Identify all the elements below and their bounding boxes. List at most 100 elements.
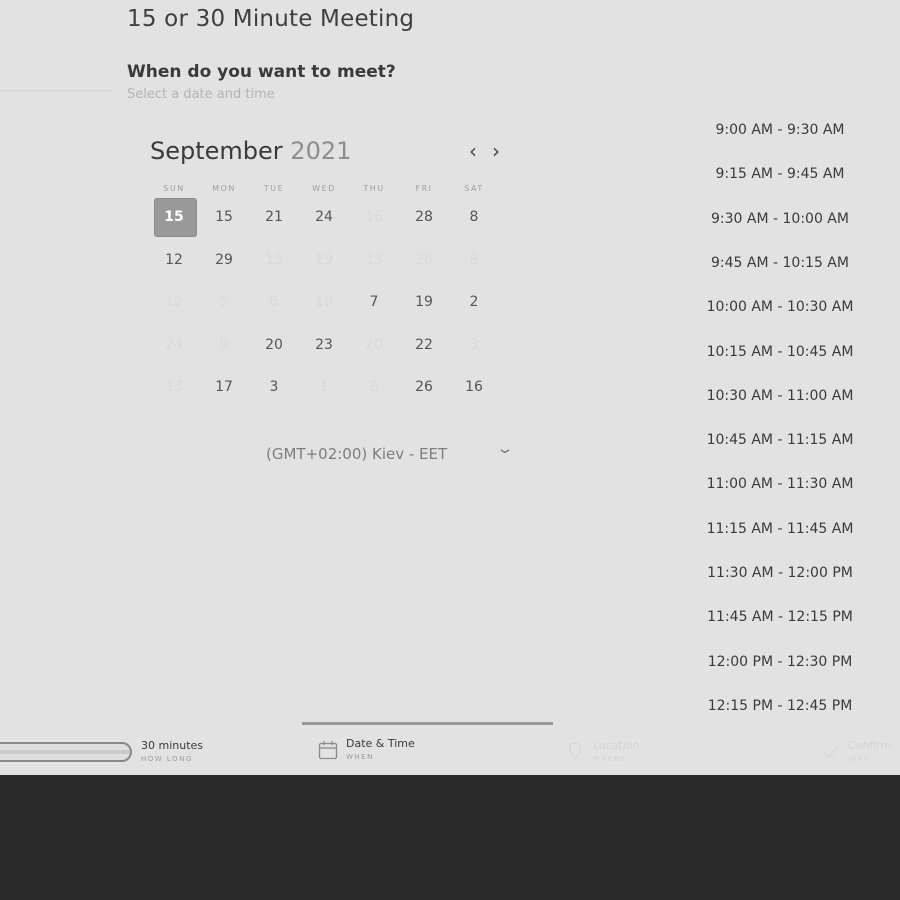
day-cell: 13 xyxy=(249,239,299,281)
day-number: 5 xyxy=(219,294,229,310)
day-cell[interactable]: 19 xyxy=(399,281,449,323)
weekday-label: SAT xyxy=(464,184,484,193)
day-number: 26 xyxy=(415,251,433,268)
day-cell: 8 xyxy=(449,239,499,281)
day-cell[interactable]: 22 xyxy=(399,324,449,366)
footer-area xyxy=(0,775,900,900)
location-icon xyxy=(568,742,582,760)
weekday-label: SUN xyxy=(163,184,185,193)
day-cell: 13 xyxy=(349,239,399,281)
day-number: 9 xyxy=(219,336,229,353)
day-number: 19 xyxy=(315,251,333,268)
day-number: 20 xyxy=(265,336,283,353)
day-number: 16 xyxy=(465,379,483,395)
day-cell[interactable]: 26 xyxy=(399,366,449,408)
weekday-label: WED xyxy=(312,184,336,193)
day-number: 23 xyxy=(315,336,333,353)
day-cell[interactable]: 21 xyxy=(249,196,299,238)
time-slot-button[interactable]: 9:30 AM - 10:00 AM xyxy=(690,211,870,235)
day-number: 19 xyxy=(415,294,433,310)
day-number: 8 xyxy=(469,209,479,225)
day-number: 22 xyxy=(415,336,433,353)
day-cell: 5 xyxy=(199,281,249,323)
selected-day-cell[interactable]: 15 xyxy=(149,196,199,238)
day-cell[interactable]: 20 xyxy=(249,324,299,366)
weekday-label: FRI xyxy=(415,184,433,193)
step-progress-bar: 30 minutes HOW LONG Date & Time WHEN Loc… xyxy=(0,722,900,775)
day-cell[interactable]: 29 xyxy=(199,239,249,281)
day-cell[interactable]: 24 xyxy=(299,196,349,238)
step-label: Confirm xyxy=(848,739,892,752)
day-number: 21 xyxy=(265,209,283,225)
day-cell[interactable]: 2 xyxy=(449,281,499,323)
day-number: 28 xyxy=(415,209,433,225)
time-slot-button[interactable]: 11:15 AM - 11:45 AM xyxy=(690,521,870,545)
day-number: 8 xyxy=(369,379,379,395)
month-label: September xyxy=(150,137,283,165)
step-location[interactable]: Location WHERE xyxy=(593,739,640,763)
day-number: 3 xyxy=(469,336,479,353)
weekday-label: MON xyxy=(212,184,236,193)
day-number: 17 xyxy=(215,379,233,395)
prev-month-button[interactable]: ‹ xyxy=(464,140,482,162)
time-slot-button[interactable]: 12:00 PM - 12:30 PM xyxy=(690,654,870,678)
day-cell: 6 xyxy=(249,281,299,323)
day-cell: 9 xyxy=(199,324,249,366)
duration-bar-icon xyxy=(0,742,132,762)
day-number: 13 xyxy=(165,379,183,395)
time-slot-button[interactable]: 9:00 AM - 9:30 AM xyxy=(690,122,870,146)
time-slot-button[interactable]: 11:00 AM - 11:30 AM xyxy=(690,476,870,500)
step-label: 30 minutes xyxy=(141,739,204,752)
day-number: 12 xyxy=(165,294,183,310)
day-cell: 10 xyxy=(299,281,349,323)
day-number: 2 xyxy=(469,294,479,310)
time-slot-button[interactable]: 9:15 AM - 9:45 AM xyxy=(690,166,870,190)
page-title: 15 or 30 Minute Meeting xyxy=(127,6,415,32)
time-slot-button[interactable]: 10:30 AM - 11:00 AM xyxy=(690,388,870,412)
day-number: 13 xyxy=(265,251,283,268)
day-number: 12 xyxy=(165,251,183,268)
time-slot-button[interactable]: 12:15 PM - 12:45 PM xyxy=(690,698,870,722)
step-confirm[interactable]: Confirm INFO xyxy=(848,739,891,763)
day-number: 29 xyxy=(215,251,233,268)
time-slot-button[interactable]: 10:15 AM - 10:45 AM xyxy=(690,344,870,368)
active-step-indicator xyxy=(302,722,553,725)
time-slot-button[interactable]: 10:00 AM - 10:30 AM xyxy=(690,299,870,323)
time-slot-button[interactable]: 9:45 AM - 10:15 AM xyxy=(690,255,870,279)
day-cell[interactable]: 8 xyxy=(449,196,499,238)
section-heading: When do you want to meet? xyxy=(127,62,396,82)
day-cell: 13 xyxy=(149,366,199,408)
day-number: 3 xyxy=(269,379,279,395)
day-cell[interactable]: 7 xyxy=(349,281,399,323)
step-sublabel: WHERE xyxy=(593,755,627,763)
chevron-left-icon: ‹ xyxy=(469,139,477,163)
next-month-button[interactable]: › xyxy=(487,140,505,162)
day-cell[interactable]: 3 xyxy=(249,366,299,408)
day-number: 15 xyxy=(164,209,184,225)
day-cell[interactable]: 17 xyxy=(199,366,249,408)
year-label: 2021 xyxy=(290,137,352,165)
step-sublabel: HOW LONG xyxy=(141,755,193,763)
timezone-select[interactable]: (GMT+02:00) Kiev - EET ⌄ xyxy=(266,441,518,466)
scheduler-panel: 15 or 30 Minute Meeting When do you want… xyxy=(0,0,900,775)
day-cell: 8 xyxy=(349,366,399,408)
timezone-label: (GMT+02:00) Kiev - EET xyxy=(266,445,448,463)
day-cell: 19 xyxy=(299,239,349,281)
weekday-label: THU xyxy=(363,184,385,193)
day-cell[interactable]: 28 xyxy=(399,196,449,238)
day-cell: 1 xyxy=(299,366,349,408)
time-slot-button[interactable]: 11:30 AM - 12:00 PM xyxy=(690,565,870,589)
step-how-long[interactable]: 30 minutes HOW LONG xyxy=(141,739,203,763)
step-label: Date & Time xyxy=(346,737,415,750)
confirm-icon xyxy=(823,745,839,758)
day-cell[interactable]: 15 xyxy=(199,196,249,238)
day-number: 10 xyxy=(315,294,333,310)
day-cell[interactable]: 16 xyxy=(449,366,499,408)
day-cell[interactable]: 12 xyxy=(149,239,199,281)
step-date-time[interactable]: Date & Time WHEN xyxy=(346,737,415,761)
day-number: 6 xyxy=(269,294,279,310)
time-slot-button[interactable]: 11:45 AM - 12:15 PM xyxy=(690,609,870,633)
time-slot-button[interactable]: 10:45 AM - 11:15 AM xyxy=(690,432,870,456)
day-cell: 3 xyxy=(449,324,499,366)
day-cell[interactable]: 23 xyxy=(299,324,349,366)
